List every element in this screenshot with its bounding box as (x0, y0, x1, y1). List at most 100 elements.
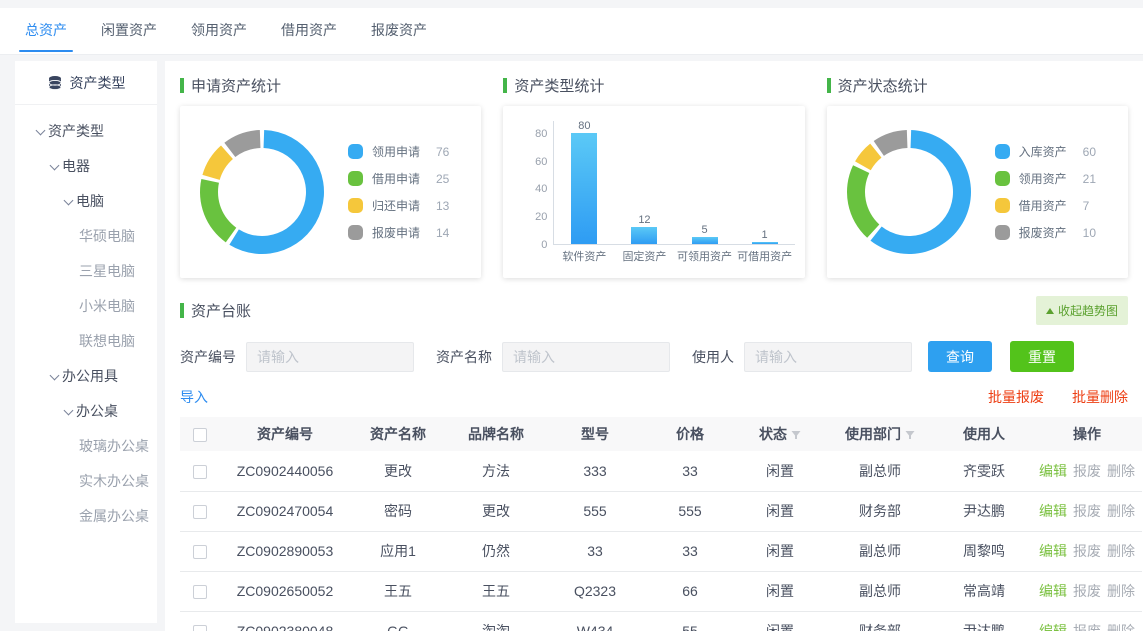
search-field-label: 资产编号 (180, 347, 236, 367)
row-checkbox[interactable] (193, 585, 207, 599)
tree-item-华硕电脑[interactable]: 华硕电脑 (15, 219, 157, 254)
table-row: ZC0902650052王五王五Q232366闲置副总师常高靖编辑报废删除 (180, 571, 1142, 611)
y-axis-tick: 60 (519, 156, 547, 168)
donut-segment-借用申请 (200, 179, 236, 242)
cell-code: ZC0902890053 (220, 531, 350, 571)
tab-总资产[interactable]: 总资产 (25, 8, 67, 55)
tree-item-小米电脑[interactable]: 小米电脑 (15, 289, 157, 324)
action-scrap[interactable]: 报废 (1073, 623, 1101, 631)
status-donut-chart (839, 122, 979, 262)
action-delete[interactable]: 删除 (1107, 463, 1135, 479)
cell-actions: 编辑报废删除 (1032, 451, 1142, 491)
cell-code: ZC0902470054 (220, 491, 350, 531)
cell-model: 333 (546, 451, 644, 491)
reset-button[interactable]: 重置 (1010, 341, 1074, 372)
query-button[interactable]: 查询 (928, 341, 992, 372)
donut-segment-归还申请 (202, 145, 232, 179)
tree-item-实木办公桌[interactable]: 实木办公桌 (15, 464, 157, 499)
legend-item-领用申请: 领用申请76 (348, 138, 449, 165)
chart-col-type: 资产类型统计 02040608080软件资产12固定资产5可领用资产1可借用资产 (503, 75, 804, 278)
row-checkbox[interactable] (193, 545, 207, 559)
row-checkbox[interactable] (193, 625, 207, 631)
action-scrap[interactable]: 报废 (1073, 543, 1101, 559)
row-checkbox[interactable] (193, 505, 207, 519)
tree-item-联想电脑[interactable]: 联想电脑 (15, 324, 157, 359)
tree-item-label: 玻璃办公桌 (79, 438, 149, 454)
tab-闲置资产[interactable]: 闲置资产 (101, 8, 157, 55)
action-delete[interactable]: 删除 (1107, 543, 1135, 559)
batch-scrap-link[interactable]: 批量报废 (988, 387, 1044, 407)
search-input-资产编号[interactable] (246, 342, 414, 372)
tree-item-资产类型[interactable]: 资产类型 (15, 114, 157, 149)
cell-user: 尹达鹏 (936, 611, 1032, 631)
section-bar-icon (827, 78, 831, 93)
table-row: ZC0902380048GG淘淘W43455闲置财务部尹达鹏编辑报废删除 (180, 611, 1142, 631)
sidebar-title: 资产类型 (70, 73, 126, 93)
column-header-label: 资产名称 (370, 426, 426, 442)
tab-领用资产[interactable]: 领用资产 (191, 8, 247, 55)
cell-user: 齐雯跃 (936, 451, 1032, 491)
action-edit[interactable]: 编辑 (1039, 623, 1067, 631)
tree-item-三星电脑[interactable]: 三星电脑 (15, 254, 157, 289)
legend-value: 21 (1083, 172, 1096, 186)
action-edit[interactable]: 编辑 (1039, 503, 1067, 519)
bar-slot-可借用资产: 1可借用资产 (735, 119, 795, 244)
tree-item-电器[interactable]: 电器 (15, 149, 157, 184)
action-delete[interactable]: 删除 (1107, 503, 1135, 519)
action-delete[interactable]: 删除 (1107, 623, 1135, 631)
legend-item-领用资产: 领用资产21 (995, 165, 1096, 192)
chart-title-text: 资产类型统计 (514, 75, 604, 96)
cell-code: ZC0902380048 (220, 611, 350, 631)
section-bar-icon (180, 303, 184, 318)
tree-item-金属办公桌[interactable]: 金属办公桌 (15, 499, 157, 534)
action-scrap[interactable]: 报废 (1073, 463, 1101, 479)
column-header-label: 使用人 (963, 426, 1005, 442)
cell-brand: 淘淘 (446, 611, 546, 631)
y-axis-tick: 80 (519, 128, 547, 140)
tree-item-label: 电器 (62, 158, 90, 174)
cell-dept: 财务部 (824, 491, 936, 531)
ledger-title-text: 资产台账 (191, 300, 251, 321)
batch-delete-link[interactable]: 批量删除 (1072, 387, 1128, 407)
row-checkbox[interactable] (193, 465, 207, 479)
legend-item-归还申请: 归还申请13 (348, 192, 449, 219)
tree-item-玻璃办公桌[interactable]: 玻璃办公桌 (15, 429, 157, 464)
chevron-down-icon (50, 371, 60, 381)
import-link[interactable]: 导入 (180, 387, 208, 407)
filter-funnel-icon[interactable] (905, 430, 915, 440)
select-all-checkbox[interactable] (193, 428, 207, 442)
tab-借用资产[interactable]: 借用资产 (281, 8, 337, 55)
chart-title-text: 资产状态统计 (838, 75, 928, 96)
cell-actions: 编辑报废删除 (1032, 611, 1142, 631)
column-header-label: 使用部门 (845, 426, 901, 442)
filter-funnel-icon[interactable] (791, 430, 801, 440)
cell-brand: 方法 (446, 451, 546, 491)
action-scrap[interactable]: 报废 (1073, 503, 1101, 519)
tree-item-label: 联想电脑 (79, 333, 135, 349)
legend-label: 领用资产 (1019, 170, 1083, 187)
apply-stats-card: 领用申请76借用申请25归还申请13报废申请14 (180, 106, 481, 278)
bar-value-label: 5 (701, 224, 707, 236)
cell-brand: 仍然 (446, 531, 546, 571)
bar-可借用资产 (752, 242, 778, 244)
action-scrap[interactable]: 报废 (1073, 583, 1101, 599)
search-field-label: 使用人 (692, 347, 734, 367)
tab-报废资产[interactable]: 报废资产 (371, 8, 427, 55)
tree-item-办公用具[interactable]: 办公用具 (15, 359, 157, 394)
tree-item-电脑[interactable]: 电脑 (15, 184, 157, 219)
cell-brand: 更改 (446, 491, 546, 531)
search-input-使用人[interactable] (744, 342, 912, 372)
action-edit[interactable]: 编辑 (1039, 583, 1067, 599)
row-select-cell (180, 531, 220, 571)
cell-code: ZC0902650052 (220, 571, 350, 611)
tree-item-办公桌[interactable]: 办公桌 (15, 394, 157, 429)
cell-user: 周黎鸣 (936, 531, 1032, 571)
search-input-资产名称[interactable] (502, 342, 670, 372)
collapse-trend-button[interactable]: 收起趋势图 (1036, 296, 1128, 325)
action-delete[interactable]: 删除 (1107, 583, 1135, 599)
action-edit[interactable]: 编辑 (1039, 543, 1067, 559)
action-edit[interactable]: 编辑 (1039, 463, 1067, 479)
cell-price: 55 (644, 611, 736, 631)
cell-user: 尹达鹏 (936, 491, 1032, 531)
column-header-label: 型号 (581, 426, 609, 442)
